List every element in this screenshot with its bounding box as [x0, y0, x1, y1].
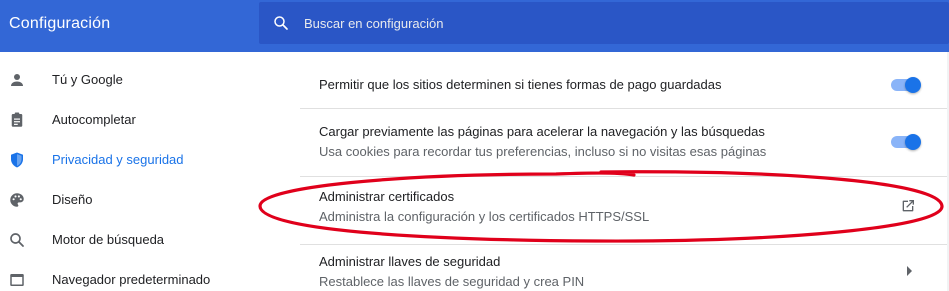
sidebar-item-motor-de-busqueda[interactable]: Motor de búsqueda: [0, 220, 240, 260]
sidebar-item-label: Diseño: [52, 192, 93, 207]
shield-icon: [11, 152, 23, 168]
browser-icon: [10, 274, 24, 286]
person-icon: [11, 74, 23, 86]
setting-row-payment-methods[interactable]: Permitir que los sitios determinen si ti…: [300, 60, 947, 108]
search-icon: [10, 233, 24, 247]
toggle-knob: [905, 77, 921, 93]
search-icon: [274, 16, 288, 30]
setting-label: Administrar certificados: [319, 189, 455, 204]
setting-label: Permitir que los sitios determinen si ti…: [319, 77, 722, 92]
setting-label: Cargar previamente las páginas para acel…: [319, 124, 765, 139]
setting-row-manage-certificates[interactable]: Administrar certificados Administra la c…: [300, 176, 947, 244]
page-title: Configuración: [9, 15, 111, 32]
sidebar-item-diseno[interactable]: Diseño: [0, 180, 240, 220]
toggle-knob: [905, 134, 921, 150]
external-link-icon[interactable]: [900, 198, 916, 214]
sidebar-item-autocompletar[interactable]: Autocompletar: [0, 100, 240, 140]
sidebar-item-label: Privacidad y seguridad: [52, 152, 184, 167]
sidebar-item-label: Tú y Google: [52, 72, 123, 87]
sidebar-item-label: Navegador predeterminado: [52, 272, 211, 287]
setting-description: Restablece las llaves de seguridad y cre…: [319, 274, 585, 289]
payment-methods-toggle[interactable]: [889, 77, 923, 93]
search-input[interactable]: [304, 12, 924, 34]
setting-row-security-keys[interactable]: Administrar llaves de seguridad Restable…: [300, 244, 947, 291]
chevron-right-icon[interactable]: [904, 265, 914, 277]
sidebar: Tú y Google Autocompletar Privacidad y s…: [0, 52, 259, 291]
sidebar-item-label: Autocompletar: [52, 112, 136, 127]
sidebar-item-label: Motor de búsqueda: [52, 232, 165, 247]
setting-description: Administra la configuración y los certif…: [319, 209, 650, 224]
setting-description: Usa cookies para recordar tus preferenci…: [319, 144, 767, 159]
setting-row-preload-pages[interactable]: Cargar previamente las páginas para acel…: [300, 108, 947, 176]
sidebar-item-navegador-predeterminado[interactable]: Navegador predeterminado: [0, 260, 240, 291]
search-box[interactable]: [259, 2, 949, 44]
palette-icon: [10, 193, 24, 207]
top-bar: Configuración: [0, 0, 949, 52]
setting-label: Administrar llaves de seguridad: [319, 254, 501, 269]
sidebar-item-tu-y-google[interactable]: Tú y Google: [0, 60, 240, 100]
clipboard-icon: [11, 112, 23, 127]
sidebar-item-privacidad[interactable]: Privacidad y seguridad: [0, 140, 240, 180]
preload-pages-toggle[interactable]: [889, 134, 923, 150]
